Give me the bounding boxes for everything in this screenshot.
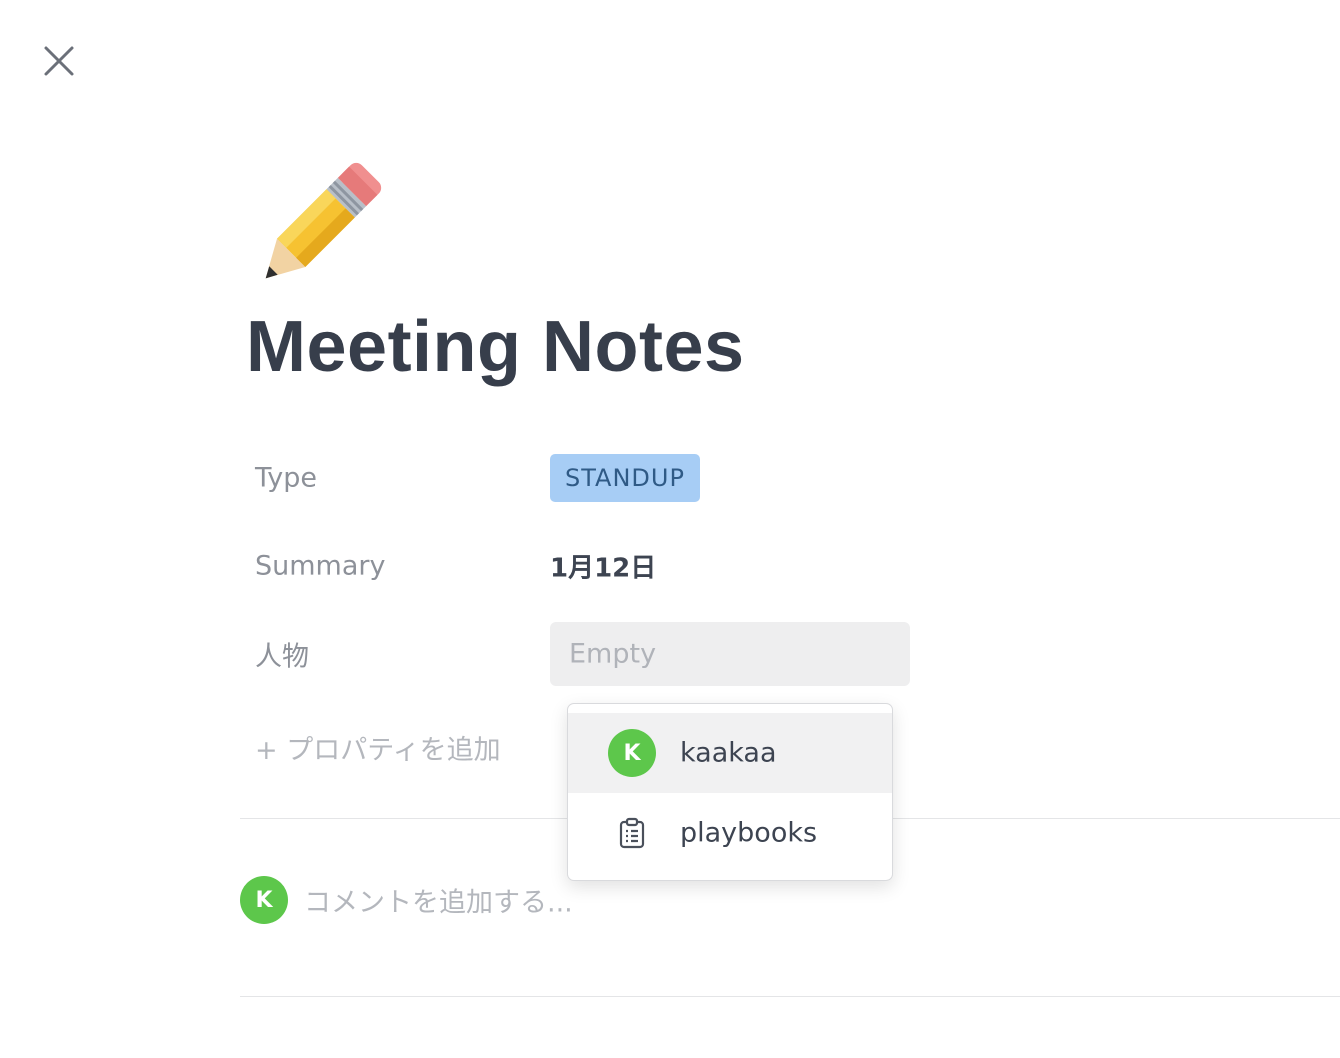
property-value-type[interactable]: STANDUP (550, 454, 700, 502)
property-label-person[interactable]: 人物 (255, 635, 309, 674)
close-button[interactable] (40, 42, 78, 80)
dropdown-item-label: kaakaa (680, 737, 777, 769)
person-placeholder: Empty (569, 638, 657, 670)
comment-input[interactable]: コメントを追加する... (304, 881, 573, 920)
add-property-button[interactable]: + プロパティを追加 (255, 728, 501, 767)
type-badge[interactable]: STANDUP (550, 454, 700, 502)
property-row-type: Type STANDUP (240, 446, 960, 510)
property-label-summary[interactable]: Summary (255, 551, 385, 582)
clipboard-icon (619, 817, 645, 849)
comment-row: K コメントを追加する... (240, 875, 840, 925)
page-title[interactable]: Meeting Notes (246, 306, 745, 388)
divider-bottom (240, 996, 1340, 997)
person-dropdown-menu: K kaakaa playbooks (567, 703, 893, 881)
property-label-type[interactable]: Type (255, 463, 317, 494)
summary-text: 1月12日 (550, 553, 657, 584)
pencil-icon[interactable] (248, 158, 388, 294)
dropdown-item-playbooks[interactable]: playbooks (568, 793, 892, 873)
property-row-person: 人物 Empty (240, 622, 960, 686)
avatar: K (608, 729, 656, 777)
person-select-field[interactable]: Empty (550, 622, 910, 686)
property-value-summary[interactable]: 1月12日 (550, 548, 656, 585)
avatar: K (240, 876, 288, 924)
dropdown-item-kaakaa[interactable]: K kaakaa (568, 713, 892, 793)
property-row-summary: Summary 1月12日 (240, 534, 960, 598)
dropdown-item-label: playbooks (680, 817, 818, 849)
close-icon (44, 46, 74, 76)
